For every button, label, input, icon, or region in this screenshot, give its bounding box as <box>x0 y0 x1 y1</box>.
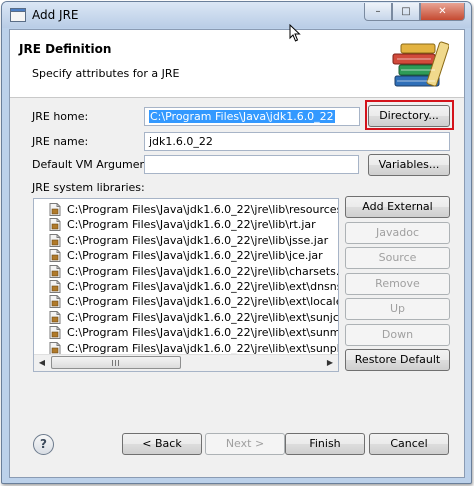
jre-home-label-text: JRE home: <box>32 110 89 123</box>
add-external-jars-button[interactable]: Add External JARs... <box>345 196 450 233</box>
minimize-icon: – <box>375 6 381 17</box>
vm-args-label: Default VM Arguments: <box>32 158 161 171</box>
cancel-button[interactable]: Cancel <box>369 433 449 455</box>
minimize-button[interactable]: – <box>364 3 392 21</box>
jar-file-icon <box>49 264 61 278</box>
jre-home-label: JRE home: <box>32 110 88 123</box>
up-button[interactable]: Up <box>345 298 450 320</box>
library-path: C:\Program Files\Java\jdk1.6.0_22\jre\li… <box>67 280 339 293</box>
scrollbar-thumb[interactable] <box>51 356 181 369</box>
header-banner: JRE Definition Specify attributes for a … <box>10 30 464 98</box>
jre-name-label: JRE name: <box>32 135 89 148</box>
jre-home-value: C:\Program Files\Java\jdk1.6.0_22 <box>149 110 335 123</box>
window-controls: – □ ✕ <box>364 3 465 21</box>
mouse-cursor-icon <box>289 24 301 42</box>
libraries-list[interactable]: C:\Program Files\Java\jdk1.6.0_22\jre\li… <box>33 198 339 372</box>
jar-file-icon <box>49 280 61 293</box>
back-button[interactable]: < Back <box>122 433 202 455</box>
library-path: C:\Program Files\Java\jdk1.6.0_22\jre\li… <box>67 218 316 232</box>
library-path: C:\Program Files\Java\jdk1.6.0_22\jre\li… <box>67 203 339 216</box>
jar-file-icon <box>49 326 61 340</box>
help-button[interactable]: ? <box>33 434 54 455</box>
banner-title: JRE Definition <box>19 42 112 56</box>
library-books-icon <box>392 41 449 87</box>
library-path: C:\Program Files\Java\jdk1.6.0_22\jre\li… <box>67 249 323 263</box>
horizontal-scrollbar[interactable]: ◀ ▶ <box>34 354 338 371</box>
library-path: C:\Program Files\Java\jdk1.6.0_22\jre\li… <box>67 295 338 309</box>
library-path: C:\Program Files\Java\jdk1.6.0_22\jre\li… <box>67 233 329 247</box>
title-bar[interactable]: Add JRE – □ ✕ <box>2 2 471 28</box>
jar-file-icon <box>49 341 61 355</box>
jar-file-icon <box>49 249 61 263</box>
finish-button[interactable]: Finish <box>285 433 365 455</box>
scroll-right-icon[interactable]: ▶ <box>322 355 338 371</box>
library-path: C:\Program Files\Java\jdk1.6.0_22\jre\li… <box>67 326 339 340</box>
javadoc-location-button[interactable]: Javadoc Location... <box>345 222 450 259</box>
window-title: Add JRE <box>32 8 79 22</box>
library-path: C:\Program Files\Java\jdk1.6.0_22\jre\li… <box>67 310 339 324</box>
dialog-icon <box>10 8 26 22</box>
maximize-button[interactable]: □ <box>392 3 420 21</box>
down-button[interactable]: Down <box>345 324 450 346</box>
source-attachment-button[interactable]: Source Attachment... <box>345 247 450 284</box>
libraries-label: JRE system libraries: <box>32 181 145 194</box>
jar-file-icon <box>49 218 61 232</box>
jre-name-field[interactable]: jdk1.6.0_22 <box>144 132 450 151</box>
dialog-content: JRE Definition Specify attributes for a … <box>9 29 465 478</box>
close-button[interactable]: ✕ <box>420 3 465 21</box>
jre-home-field[interactable]: C:\Program Files\Java\jdk1.6.0_22 <box>144 107 360 126</box>
scroll-left-icon[interactable]: ◀ <box>34 355 50 371</box>
library-path: C:\Program Files\Java\jdk1.6.0_22\jre\li… <box>67 264 339 278</box>
next-button[interactable]: Next > <box>205 433 285 455</box>
variables-button[interactable]: Variables... <box>368 154 450 176</box>
jar-file-icon <box>49 310 61 324</box>
jar-file-icon <box>49 203 61 216</box>
restore-default-button[interactable]: Restore Default <box>345 349 450 371</box>
scrollbar-grip-icon <box>112 360 120 366</box>
banner-description: Specify attributes for a JRE <box>32 67 180 80</box>
add-jre-dialog: Add JRE – □ ✕ JRE Definition Specify att… <box>1 1 472 484</box>
vm-args-field[interactable] <box>144 155 359 174</box>
jar-file-icon <box>49 295 61 309</box>
jar-file-icon <box>49 233 61 247</box>
maximize-icon: □ <box>401 6 411 17</box>
library-path: C:\Program Files\Java\jdk1.6.0_22\jre\li… <box>67 341 338 355</box>
remove-button[interactable]: Remove <box>345 273 450 295</box>
close-icon: ✕ <box>438 6 447 17</box>
directory-button-highlight <box>365 100 454 130</box>
